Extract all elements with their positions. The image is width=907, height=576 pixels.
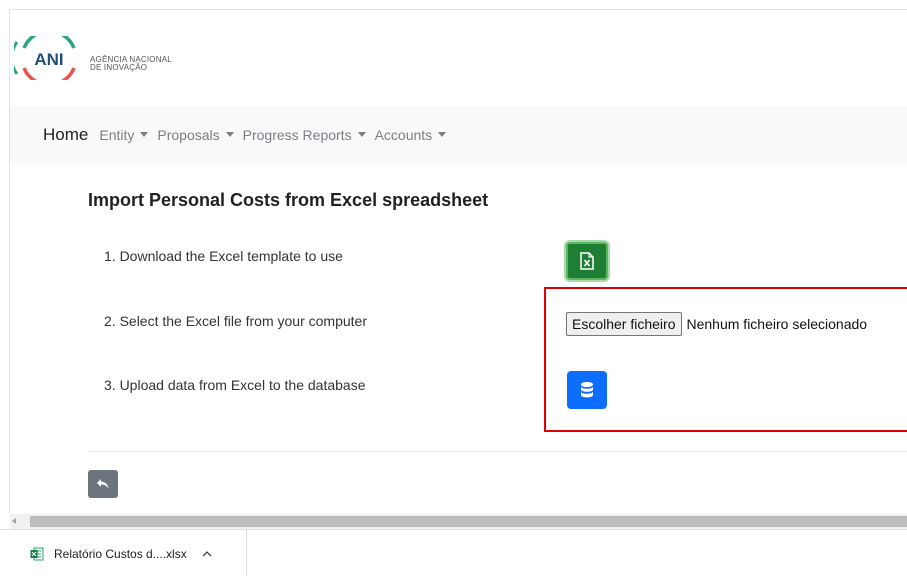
back-button[interactable] [88, 470, 118, 498]
chevron-up-icon[interactable] [201, 548, 213, 560]
nav-item-label: Proposals [157, 127, 220, 143]
horizontal-scrollbar[interactable] [10, 514, 907, 529]
nav-item-progress-reports[interactable]: Progress Reports [243, 127, 366, 143]
step-select-label: 2. Select the Excel file from your compu… [104, 313, 367, 329]
nav-item-proposals[interactable]: Proposals [157, 127, 234, 143]
step-upload-label: 3. Upload data from Excel to the databas… [104, 377, 366, 393]
choose-file-button[interactable]: Escolher ficheiro [566, 312, 682, 336]
download-template-button[interactable] [566, 242, 608, 280]
ani-logo-mark: ANI [10, 29, 76, 87]
nav-item-label: Progress Reports [242, 127, 352, 143]
scrollbar-thumb[interactable] [30, 516, 907, 527]
nav-item-label: Entity [99, 127, 135, 143]
left-border [9, 9, 10, 513]
download-item[interactable]: Relatório Custos d....xlsx [0, 530, 247, 576]
nav-item-label: Accounts [374, 127, 433, 143]
file-input[interactable]: Escolher ficheiro Nenhum ficheiro seleci… [566, 312, 867, 336]
scroll-left-arrow-icon[interactable] [12, 518, 16, 524]
ani-logo[interactable]: ANI [10, 29, 84, 87]
svg-text:ANI: ANI [34, 50, 63, 69]
navbar: Home Entity Proposals Progress Reports A… [10, 106, 907, 164]
nav-item-entity[interactable]: Entity [99, 127, 149, 143]
caret-down-icon [140, 131, 149, 137]
step-download-label: 1. Download the Excel template to use [104, 248, 343, 264]
divider [88, 451, 907, 452]
highlight-box [544, 287, 907, 432]
page: ANI AGÊNCIA NACIONAL DE INOVAÇÃO Home En… [0, 0, 907, 576]
database-icon [581, 381, 593, 398]
excel-file-icon [30, 547, 44, 560]
caret-down-icon [357, 131, 366, 137]
nav-home[interactable]: Home [43, 125, 88, 145]
page-title: Import Personal Costs from Excel spreads… [88, 190, 489, 210]
reply-arrow-icon [97, 479, 109, 489]
download-bar: Relatório Custos d....xlsx [0, 529, 907, 576]
logo-text: AGÊNCIA NACIONAL DE INOVAÇÃO [90, 56, 172, 72]
nav-item-accounts[interactable]: Accounts [375, 127, 447, 143]
download-file-name: Relatório Custos d....xlsx [54, 546, 187, 561]
logo-text-line2: DE INOVAÇÃO [90, 63, 148, 72]
upload-data-button[interactable] [567, 371, 607, 409]
top-border [10, 9, 907, 10]
caret-down-icon [225, 131, 234, 137]
file-status-text: Nenhum ficheiro selecionado [686, 316, 868, 332]
excel-file-icon [580, 252, 594, 270]
caret-down-icon [438, 131, 447, 137]
